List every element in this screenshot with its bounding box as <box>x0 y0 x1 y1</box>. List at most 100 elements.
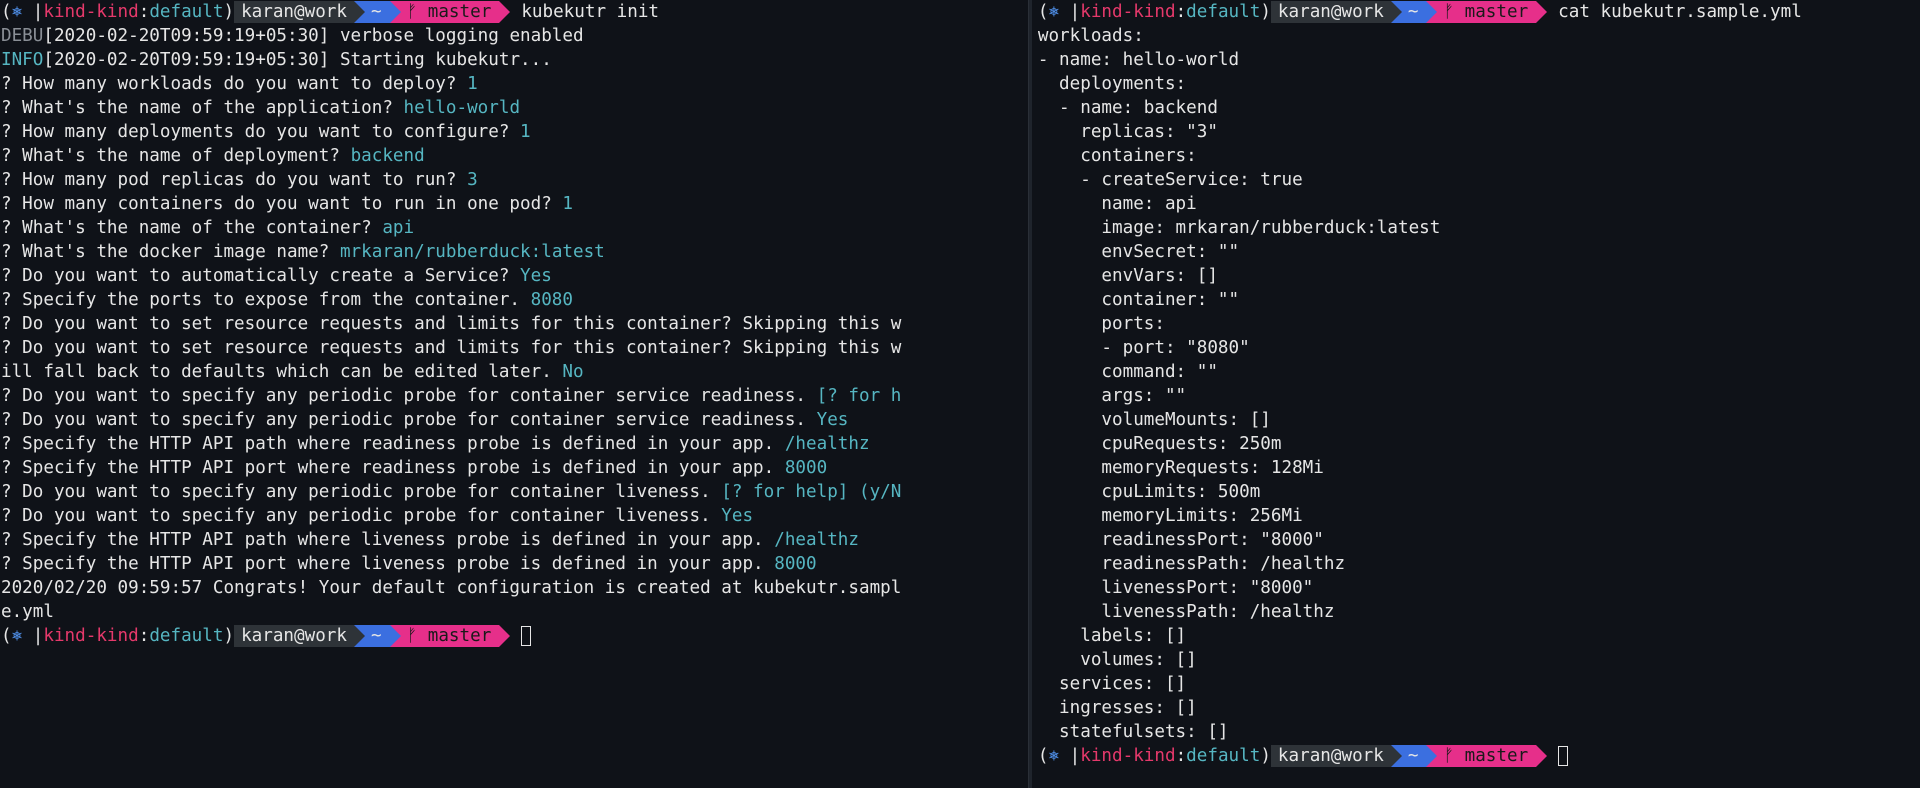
log-message: [2020-02-20T09:59:19+05:30] verbose logg… <box>43 26 584 46</box>
prompt-directory: ~ <box>1401 1 1427 23</box>
prompt-git-branch: ᚠ master <box>1437 745 1537 767</box>
kubernetes-icon: ⎈ <box>1048 746 1060 766</box>
yaml-text: - createService: true <box>1037 170 1303 190</box>
question-text: ? Do you want to specify any periodic pr… <box>1 410 817 430</box>
k8s-context-close: ) <box>223 2 235 22</box>
prompt-user-host: karan@work <box>234 625 354 647</box>
yaml-line: command: "" <box>1038 360 1920 384</box>
shell-prompt: (⎈ | kind-kind: default) karan@work ~ ᚠ maste… <box>1038 0 1920 24</box>
answer-text: Yes <box>816 410 849 430</box>
question-text: ? Specify the HTTP API path where livene… <box>1 530 775 550</box>
powerline-separator <box>354 1 365 23</box>
prompt-directory: ~ <box>1401 745 1427 767</box>
terminal-pane-left[interactable]: (⎈ | kind-kind: default) karan@work ~ ᚠ maste… <box>0 0 1028 788</box>
terminal-output-right: workloads: - name: hello-world deployment… <box>1038 24 1920 744</box>
question-text: ? Do you want to specify any periodic pr… <box>1 386 817 406</box>
yaml-line: - name: backend <box>1038 96 1920 120</box>
output-line: e.yml <box>1 600 1028 624</box>
yaml-text: memoryLimits: 256Mi <box>1037 506 1303 526</box>
terminal-cursor[interactable] <box>1558 746 1569 766</box>
prompt-question: ill fall back to defaults which can be e… <box>1 360 1028 384</box>
answer-text: 8080 <box>530 290 573 310</box>
yaml-text: services: [] <box>1037 674 1187 694</box>
k8s-cluster-name: kind-kind <box>1080 2 1176 22</box>
answer-text: 1 <box>520 122 531 142</box>
yaml-text: name: api <box>1037 194 1197 214</box>
log-level: INFO <box>1 50 44 70</box>
terminal-cursor[interactable] <box>521 626 532 646</box>
k8s-context-close: ) <box>1260 2 1271 22</box>
git-branch-name: master <box>427 2 492 22</box>
prompt-question: ? Do you want to specify any periodic pr… <box>1 384 1028 408</box>
yaml-text: envVars: [] <box>1037 266 1218 286</box>
k8s-cluster-name: kind-kind <box>43 626 139 646</box>
powerline-separator <box>499 625 511 647</box>
powerline-separator <box>389 625 401 647</box>
yaml-text: envSecret: "" <box>1037 242 1240 262</box>
k8s-namespace: default <box>1186 2 1261 22</box>
yaml-line: memoryLimits: 256Mi <box>1038 504 1920 528</box>
output-text: 2020/02/20 09:59:57 Congrats! Your defau… <box>1 578 902 598</box>
prompt-user-host: karan@work <box>1270 1 1391 23</box>
answer-text: 1 <box>467 74 478 94</box>
log-line: DEBU[2020-02-20T09:59:19+05:30] verbose … <box>1 24 1028 48</box>
k8s-cluster-name: kind-kind <box>43 2 139 22</box>
prompt-git-branch: ᚠ master <box>1437 1 1537 23</box>
question-text: ? Do you want to set resource requests a… <box>1 314 902 334</box>
yaml-line: image: mrkaran/rubberduck:latest <box>1038 216 1920 240</box>
answer-text: Yes <box>520 266 552 286</box>
yaml-line: readinessPort: "8000" <box>1038 528 1920 552</box>
k8s-context-open: ( <box>1 2 12 22</box>
yaml-line: services: [] <box>1038 672 1920 696</box>
prompt-question: ? Do you want to specify any periodic pr… <box>1 504 1028 528</box>
yaml-line: args: "" <box>1038 384 1920 408</box>
yaml-line: replicas: "3" <box>1038 120 1920 144</box>
question-text: ? How many pod replicas do you want to r… <box>1 170 468 190</box>
prompt-directory: ~ <box>365 1 390 23</box>
k8s-context-open: ( <box>1037 746 1049 766</box>
yaml-line: deployments: <box>1038 72 1920 96</box>
prompt-question: ? What's the name of the container? api <box>1 216 1028 240</box>
yaml-text: - name: hello-world <box>1037 50 1240 70</box>
yaml-line: statefulsets: [] <box>1038 720 1920 744</box>
prompt-question: ? Do you want to specify any periodic pr… <box>1 480 1028 504</box>
question-text: ? What's the name of the container? <box>1 218 383 238</box>
answer-text: [? for h <box>816 386 902 406</box>
k8s-namespace-separator: : <box>138 2 150 22</box>
yaml-line: envSecret: "" <box>1038 240 1920 264</box>
prompt-question: ? How many deployments do you want to co… <box>1 120 1028 144</box>
question-text: ? How many workloads do you want to depl… <box>1 74 468 94</box>
yaml-text: deployments: <box>1037 74 1187 94</box>
answer-text: 3 <box>467 170 478 190</box>
shell-prompt-active[interactable]: (⎈ | kind-kind: default) karan@work ~ ᚠ maste… <box>1038 744 1920 768</box>
shell-prompt-active[interactable]: (⎈ | kind-kind: default) karan@work ~ ᚠ maste… <box>1 624 1028 648</box>
prompt-question: ? Specify the HTTP API path where livene… <box>1 528 1028 552</box>
powerline-separator <box>389 1 401 23</box>
prompt-question: ? Specify the HTTP API port where livene… <box>1 552 1028 576</box>
powerline-separator <box>1390 1 1402 23</box>
question-text: ? What's the name of the application? <box>1 98 404 118</box>
terminal-pane-right[interactable]: (⎈ | kind-kind: default) karan@work ~ ᚠ maste… <box>1032 0 1920 788</box>
yaml-line: livenessPort: "8000" <box>1038 576 1920 600</box>
yaml-text: livenessPath: /healthz <box>1037 602 1335 622</box>
answer-text: [? for help] (y/N <box>721 482 902 502</box>
prompt-user-host: karan@work <box>234 1 354 23</box>
yaml-line: volumeMounts: [] <box>1038 408 1920 432</box>
yaml-line: readinessPath: /healthz <box>1038 552 1920 576</box>
k8s-context-open: ( <box>1037 2 1049 22</box>
k8s-namespace: default <box>149 626 224 646</box>
answer-text: hello-world <box>403 98 521 118</box>
answer-text: 8000 <box>774 554 817 574</box>
yaml-line: - name: hello-world <box>1038 48 1920 72</box>
answer-text: api <box>382 218 415 238</box>
yaml-line: name: api <box>1038 192 1920 216</box>
answer-text: Yes <box>721 506 754 526</box>
question-text: ill fall back to defaults which can be e… <box>1 362 563 382</box>
k8s-context-close: ) <box>1260 746 1271 766</box>
yaml-text: statefulsets: [] <box>1037 722 1229 742</box>
yaml-line: - createService: true <box>1038 168 1920 192</box>
k8s-namespace: default <box>149 2 224 22</box>
k8s-context-separator: | <box>1059 746 1081 766</box>
question-text: ? How many containers do you want to run… <box>1 194 563 214</box>
yaml-text: readinessPath: /healthz <box>1037 554 1346 574</box>
